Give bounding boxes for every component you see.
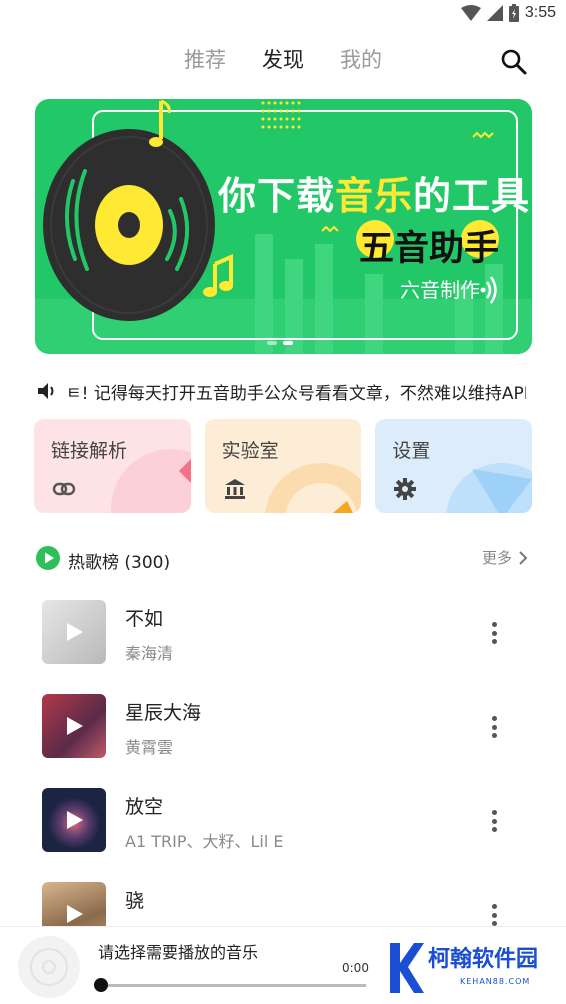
signal-icon [486,5,503,21]
song-row[interactable]: 不如 秦海清 [42,600,512,664]
player-time: 0:00 [342,961,369,975]
song-row[interactable]: 星辰大海 黄霄雲 [42,694,512,758]
tab-recommend[interactable]: 推荐 [184,44,226,74]
album-cover[interactable] [42,600,106,664]
song-title: 星辰大海 [125,702,202,724]
status-time: 3:55 [524,4,556,21]
hot-list-title: 热歌榜 (300) [68,553,171,573]
more-options-icon[interactable] [484,808,504,834]
play-icon [67,623,83,641]
card-label: 实验室 [221,440,279,462]
gear-icon [394,478,417,500]
watermark-k-icon [390,943,424,993]
watermark-domain: KEHAN88.COM [460,977,531,986]
battery-icon [508,4,519,22]
play-circle-icon [36,546,60,570]
watermark-name: 柯翰软件园 [428,947,539,972]
link-icon [52,482,76,496]
card-decoration [110,449,191,513]
disc-icon[interactable] [17,935,81,999]
tab-bar: 推荐 发现 我的 [0,44,566,74]
mini-player: 请选择需要播放的音乐 0:00 柯翰软件园 KEHAN88.COM [0,926,566,1004]
more-options-icon[interactable] [484,620,504,646]
play-icon [67,905,83,923]
more-button[interactable]: 更多 [482,547,528,568]
player-prompt: 请选择需要播放的音乐 [98,943,259,962]
bank-icon [224,479,245,499]
song-artist: 秦海清 [125,644,174,663]
speaker-icon [38,383,54,399]
pager-dot-active[interactable] [283,341,293,345]
song-title: 不如 [125,608,164,630]
notice-bar: ㅌ! 记得每天打开五音助手公众号看看文章，不然难以维持APP运营 [36,378,526,404]
card-label: 链接解析 [51,440,128,462]
song-artist: 黄霄雲 [125,738,174,757]
promo-banner[interactable]: 你下载音乐的工具 五音助手 六音制作 [35,99,532,354]
more-label: 更多 [481,549,512,567]
lab-card[interactable]: 实验室 [204,419,362,513]
search-icon[interactable] [500,48,528,76]
banner-headline: 你下载音乐的工具 [218,165,530,220]
more-options-icon[interactable] [484,714,504,740]
wifi-icon [460,5,481,21]
progress-thumb[interactable] [94,978,108,992]
banner-headline-highlight: 音乐 [335,174,414,218]
tab-discover[interactable]: 发现 [262,44,304,74]
card-decoration [265,463,362,513]
banner-headline-part1: 你下载 [218,174,336,218]
song-row[interactable]: 放空 A1 TRIP、大籽、Lil E [42,788,512,852]
album-cover[interactable] [42,788,106,852]
top-nav: 推荐 发现 我的 [0,38,566,82]
card-label: 设置 [392,440,431,462]
banner-app-name: 五音助手 [359,229,500,269]
song-artist: A1 TRIP、大籽、Lil E [125,832,284,851]
notice-text: ㅌ! 记得每天打开五音助手公众号看看文章，不然难以维持APP运营 [66,383,526,404]
banner-pager [267,341,293,345]
album-cover[interactable] [42,694,106,758]
play-icon [67,811,83,829]
shortcut-cards: 链接解析 实验室 设置 [34,419,533,513]
progress-track[interactable] [100,984,366,987]
link-parse-card[interactable]: 链接解析 [34,419,191,513]
banner-credit: 六音制作 [400,278,480,302]
watermark-logo: 柯翰软件园 KEHAN88.COM [386,935,562,997]
song-title: 骁 [125,890,145,912]
pager-dot[interactable] [267,341,277,345]
banner-headline-part2: 的工具 [413,174,531,218]
tab-mine[interactable]: 我的 [340,44,382,74]
status-bar: 3:55 [0,0,566,30]
play-icon [67,717,83,735]
more-options-icon[interactable] [484,902,504,928]
card-decoration [446,463,533,513]
song-title: 放空 [125,796,164,818]
chevron-right-icon [519,550,528,565]
settings-card[interactable]: 设置 [375,419,533,513]
hot-list-header: 热歌榜 (300) 更多 [36,546,528,573]
